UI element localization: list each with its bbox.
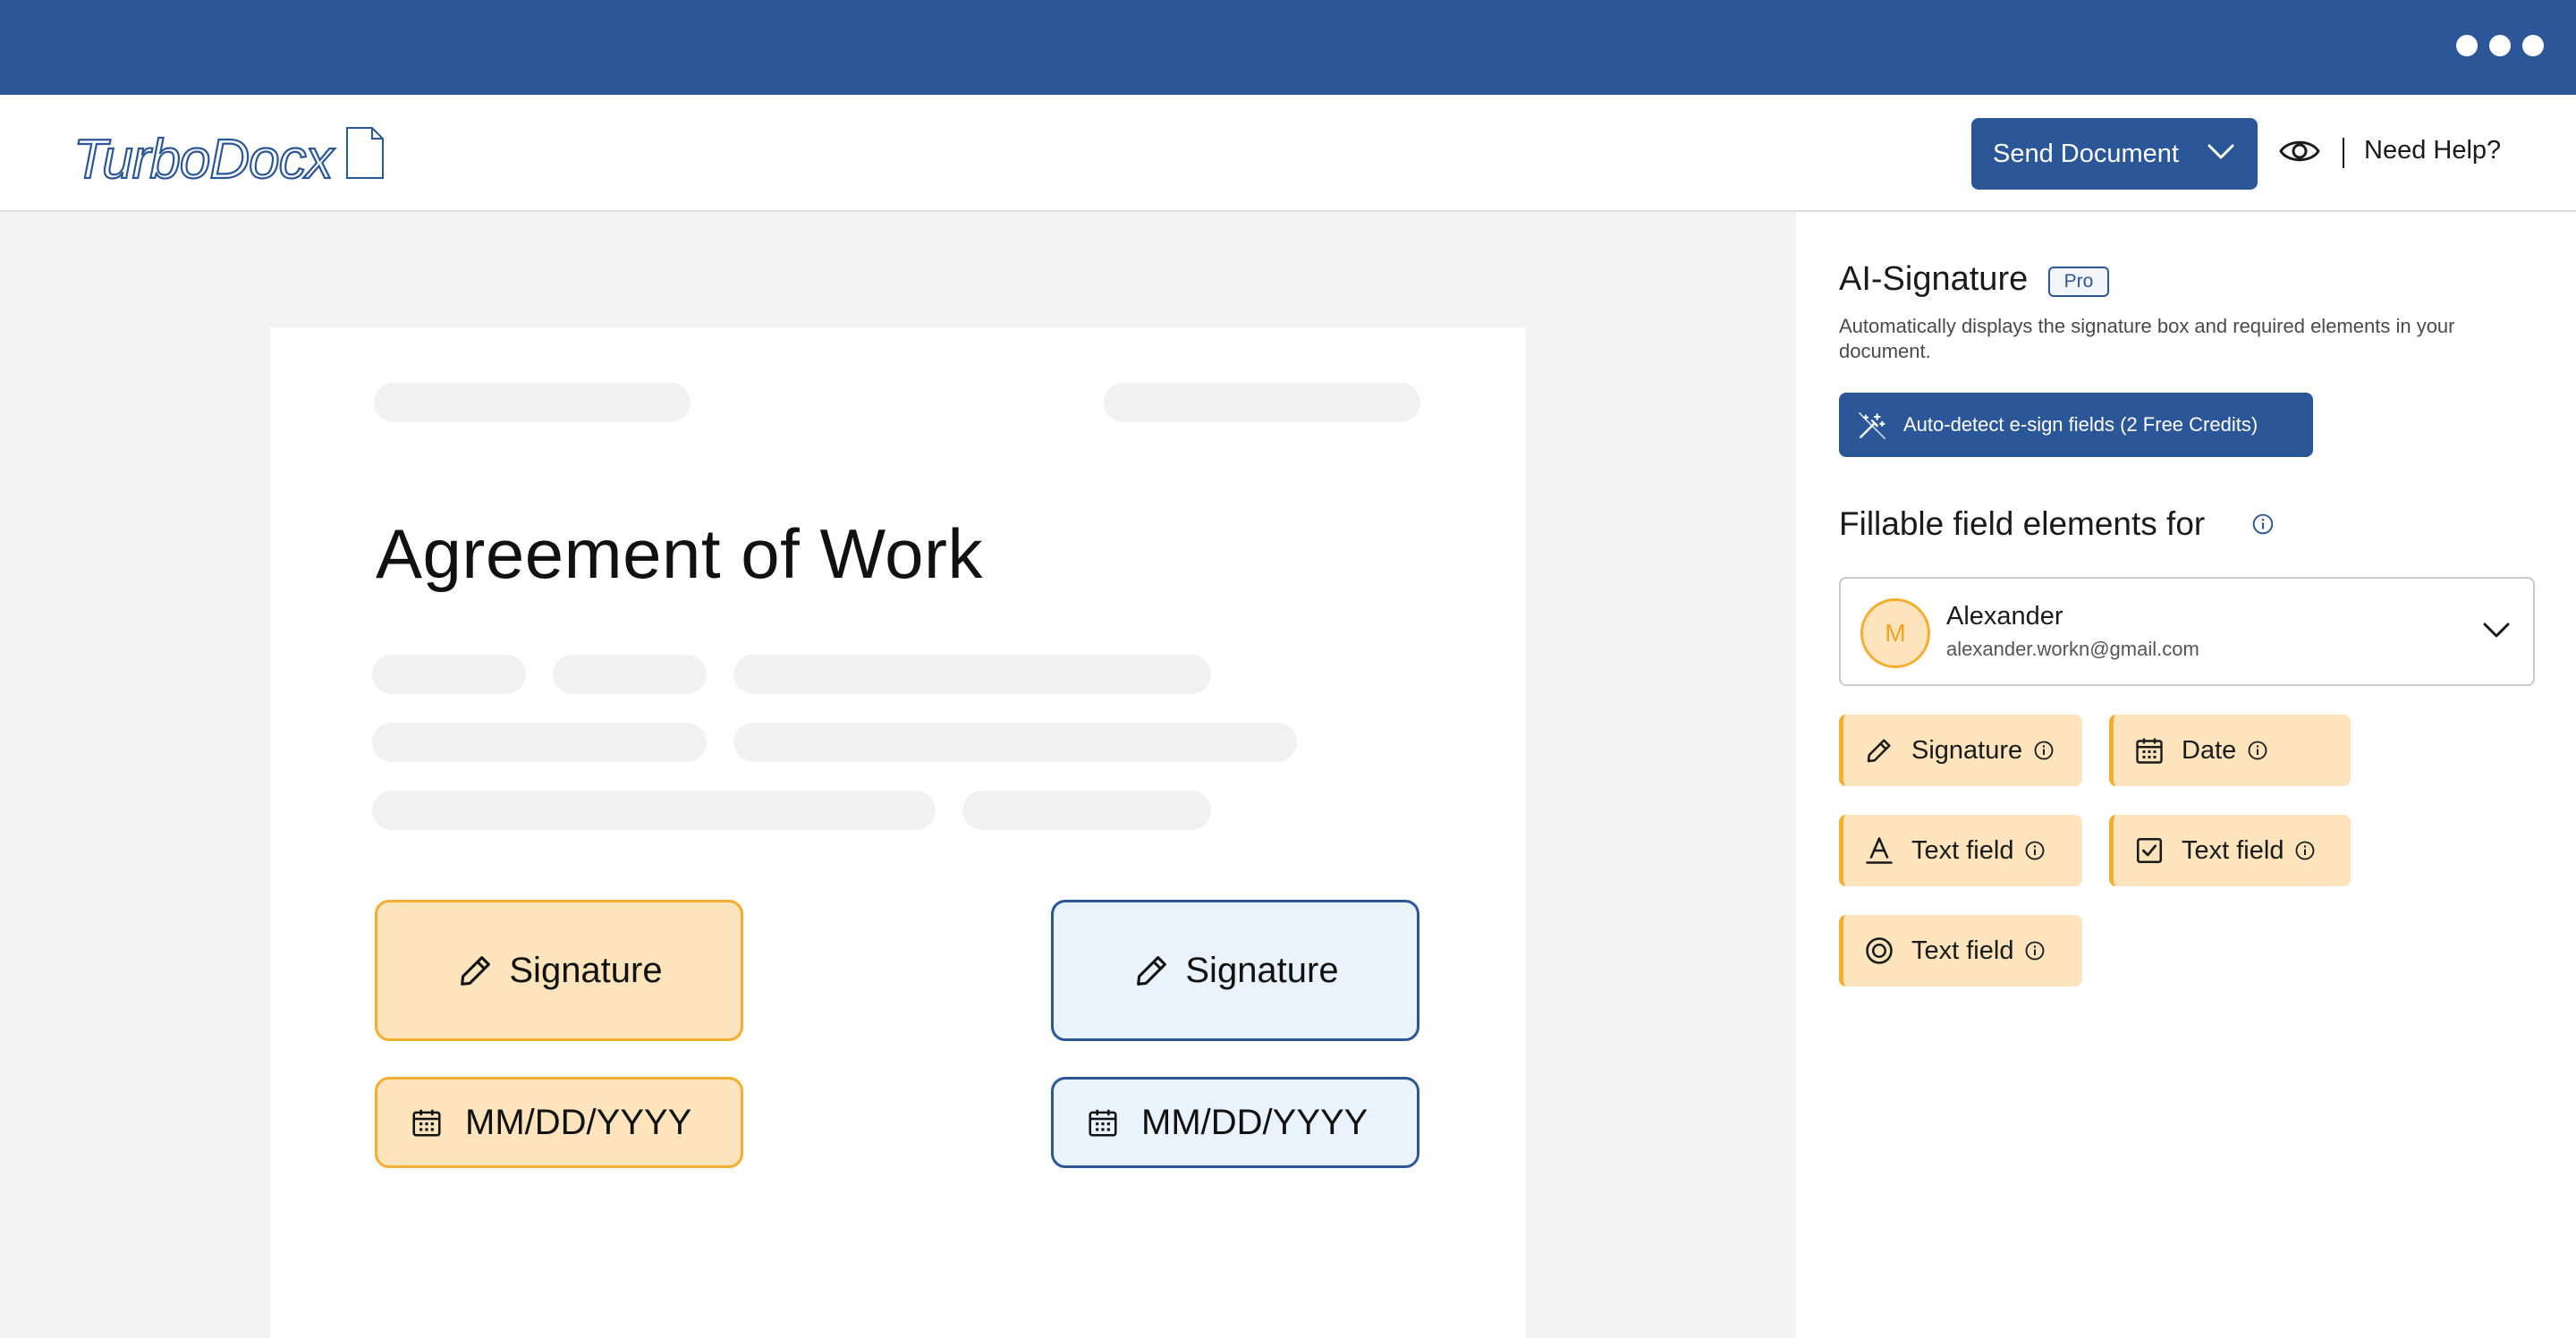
placeholder-line: [372, 791, 936, 830]
window-title-bar: [0, 0, 2576, 95]
radio-icon: [1866, 937, 1893, 964]
chevron-down-icon: [2483, 622, 2510, 638]
document-title: Agreement of Work: [376, 514, 984, 593]
svg-text:TurboDocx: TurboDocx: [73, 129, 335, 187]
eye-preview-icon[interactable]: [2279, 136, 2320, 166]
pencil-icon: [1137, 956, 1167, 986]
magic-wand-icon: [1858, 411, 1886, 440]
app-header: TurboDocx Send Document Need Help?: [0, 95, 2576, 212]
info-icon[interactable]: [2294, 840, 2316, 861]
element-chip-radio[interactable]: Text field: [1839, 915, 2082, 987]
calendar-icon: [412, 1109, 441, 1137]
placeholder-line: [553, 655, 707, 694]
date-field-label: MM/DD/YYYY: [1141, 1102, 1368, 1142]
element-chip-label: Signature: [1911, 735, 2023, 765]
window-menu-dots-icon[interactable]: [2456, 35, 2544, 56]
pencil-icon: [461, 956, 491, 986]
element-chip-signature[interactable]: Signature: [1839, 715, 2082, 786]
placeholder-line: [733, 655, 1211, 694]
recipient-name: Alexander: [1946, 602, 2063, 631]
ai-signature-description: Automatically displays the signature box…: [1839, 315, 2455, 362]
signature-side-panel: AI-Signature Pro Automatically displays …: [1796, 212, 2576, 1338]
element-chip-checkbox[interactable]: Text field: [2109, 815, 2351, 886]
pencil-icon: [1867, 739, 1891, 763]
placeholder-line: [733, 723, 1297, 762]
turbodocx-logo[interactable]: TurboDocx: [72, 124, 394, 187]
placeholder-line: [372, 655, 526, 694]
send-document-label: Send Document: [1993, 139, 2179, 168]
send-document-button[interactable]: Send Document: [1971, 118, 2258, 190]
checkbox-icon: [2136, 837, 2163, 864]
info-icon[interactable]: [2033, 740, 2055, 761]
fillable-fields-title: Fillable field elements for: [1839, 505, 2206, 542]
placeholder-line: [962, 791, 1211, 830]
date-field-label: MM/DD/YYYY: [465, 1102, 692, 1142]
element-chip-label: Text field: [1911, 835, 2014, 865]
ai-signature-title: AI-Signature: [1839, 260, 2029, 298]
element-chip-date[interactable]: Date: [2109, 715, 2351, 786]
info-icon[interactable]: [2024, 940, 2046, 961]
element-chip-label: Text field: [2182, 835, 2284, 865]
document-page: Agreement of Work Signature Signature MM…: [270, 327, 1526, 1338]
placeholder-line: [374, 383, 691, 422]
chevron-down-icon: [2207, 144, 2234, 159]
placeholder-line: [372, 723, 707, 762]
date-field-signer-2[interactable]: MM/DD/YYYY: [1051, 1077, 1419, 1168]
signature-field-label: Signature: [509, 950, 663, 990]
signature-field-label: Signature: [1185, 950, 1339, 990]
recipient-select[interactable]: M Alexander alexander.workn@gmail.com: [1839, 577, 2535, 686]
header-divider: [2343, 138, 2344, 168]
pro-badge: Pro: [2048, 267, 2109, 297]
date-field-signer-1[interactable]: MM/DD/YYYY: [375, 1077, 743, 1168]
info-icon[interactable]: [2247, 740, 2268, 761]
info-icon[interactable]: [2251, 512, 2275, 536]
element-chip-label: Text field: [1911, 936, 2014, 965]
placeholder-line: [1104, 383, 1420, 422]
element-chip-text-field[interactable]: Text field: [1839, 815, 2082, 886]
auto-detect-label: Auto-detect e-sign fields (2 Free Credit…: [1903, 413, 2258, 436]
signature-field-signer-1[interactable]: Signature: [375, 900, 743, 1041]
info-icon[interactable]: [2024, 840, 2046, 861]
avatar: M: [1860, 598, 1930, 668]
auto-detect-button[interactable]: Auto-detect e-sign fields (2 Free Credit…: [1839, 393, 2313, 457]
signature-field-signer-2[interactable]: Signature: [1051, 900, 1419, 1041]
calendar-icon: [1089, 1109, 1117, 1137]
need-help-link[interactable]: Need Help?: [2364, 136, 2501, 165]
recipient-email: alexander.workn@gmail.com: [1946, 638, 2199, 660]
element-chip-label: Date: [2182, 735, 2237, 765]
calendar-icon: [2136, 738, 2163, 764]
text-icon: [1866, 837, 1893, 864]
